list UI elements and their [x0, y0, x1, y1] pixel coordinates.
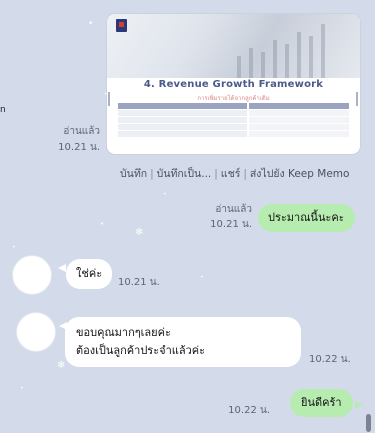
snowflake-icon: • [100, 220, 105, 228]
snowflake-icon: ❄ [135, 227, 144, 238]
message-text: ใช่ค่ะ [76, 267, 103, 280]
image-prev-handle [108, 92, 110, 106]
separator: | [214, 168, 218, 180]
snowflake-icon: ❄ [57, 360, 66, 371]
bubble-tail [355, 401, 363, 409]
image-header-graphic [107, 14, 360, 78]
snowflake-icon: • [20, 385, 24, 392]
snowflake-icon: • [12, 244, 16, 251]
snowflake-icon: • [163, 191, 167, 198]
save-as-action[interactable]: บันทึกเป็น... [157, 168, 212, 180]
separator: | [243, 168, 247, 180]
bank-logo [116, 19, 127, 32]
snowflake-icon: • [88, 19, 94, 29]
message-text: ประมาณนี้นะคะ [268, 211, 345, 224]
their-message-bubble[interactable]: ใช่ค่ะ [66, 259, 113, 289]
scrollbar-thumb[interactable] [366, 414, 371, 432]
image-timestamp: 10.21 น. [58, 142, 100, 153]
message-line: ขอบคุณมากๆเลยค่ะ [76, 326, 171, 339]
bubble-tail [343, 216, 351, 224]
contact-avatar[interactable] [12, 255, 52, 295]
separator: | [150, 168, 154, 180]
message-timestamp: 10.21 น. [210, 219, 252, 230]
their-message-bubble[interactable]: ขอบคุณมากๆเลยค่ะ ต้องเป็นลูกค้าประจำแล้ว… [65, 317, 301, 367]
message-read-status: อ่านแล้ว [215, 204, 252, 215]
shared-image[interactable]: 4. Revenue Growth Framework การเพิ่มรายไ… [107, 14, 360, 154]
message-timestamp: 10.21 น. [118, 277, 160, 288]
image-subtitle: การเพิ่มรายได้จากลูกค้าเดิม [197, 95, 270, 102]
my-message-bubble[interactable]: ยินดีคร้า [290, 389, 353, 417]
snowflake-icon: • [200, 274, 204, 281]
contact-avatar[interactable] [16, 312, 56, 352]
message-text: ยินดีคร้า [301, 396, 342, 409]
keep-memo-action[interactable]: ส่งไปยัง Keep Memo [250, 168, 350, 180]
message-timestamp: 10.22 น. [309, 354, 351, 365]
image-title: 4. Revenue Growth Framework [143, 79, 324, 90]
my-message-bubble[interactable]: ประมาณนี้นะคะ [258, 204, 355, 232]
image-action-bar: บันทึก | บันทึกเป็น... | แชร์ | ส่งไปยัง Keep … [120, 165, 365, 182]
message-timestamp: 10.22 น. [228, 405, 270, 416]
bubble-tail [58, 264, 66, 272]
share-action[interactable]: แชร์ [221, 168, 241, 180]
image-next-handle [356, 92, 358, 106]
edge-text: n [0, 105, 6, 115]
save-action[interactable]: บันทึก [120, 168, 147, 180]
image-read-status: อ่านแล้ว [63, 126, 100, 137]
message-line: ต้องเป็นลูกค้าประจำแล้วค่ะ [76, 344, 206, 357]
image-table [118, 103, 349, 138]
